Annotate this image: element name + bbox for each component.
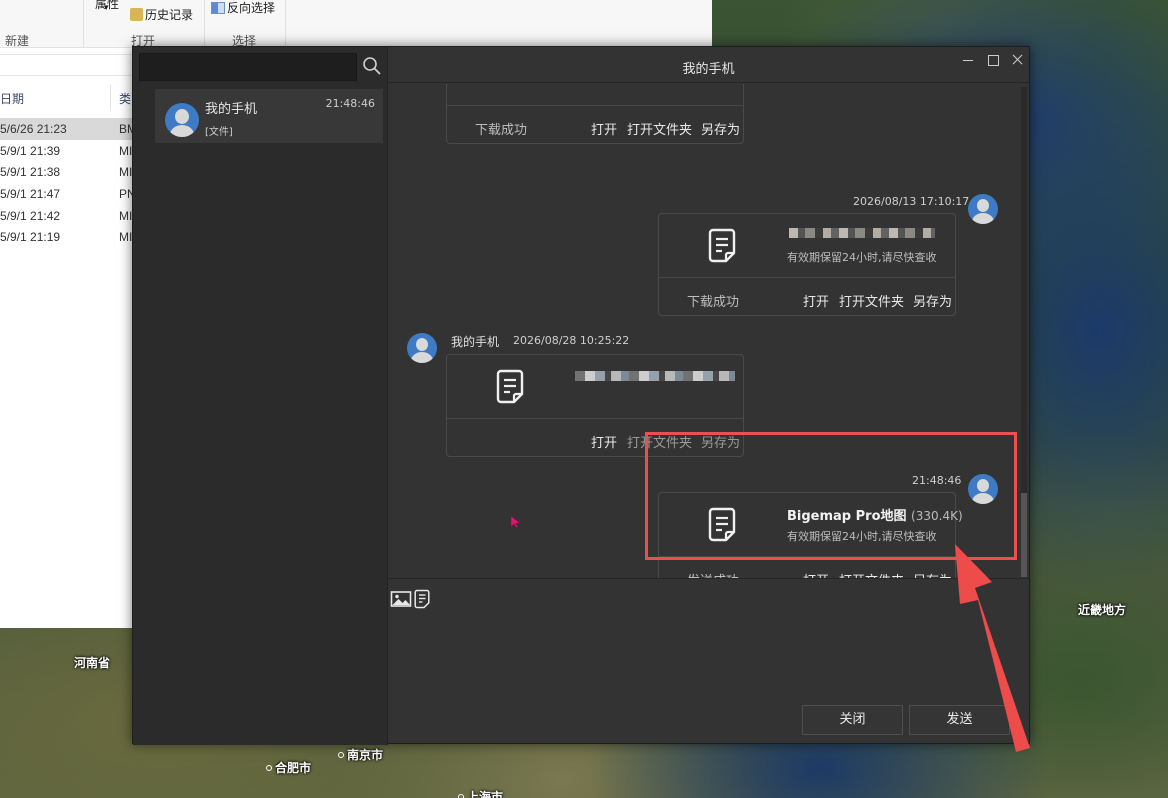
avatar: [968, 474, 998, 504]
save-as-button[interactable]: 另存为: [701, 432, 740, 451]
message-timestamp: 21:48:46: [912, 474, 962, 487]
save-as-button[interactable]: 另存为: [701, 119, 740, 138]
ribbon-history-button[interactable]: 历史记录: [130, 6, 193, 23]
message-input-area[interactable]: 关闭 发送: [388, 578, 1029, 743]
save-as-button[interactable]: 另存为: [913, 291, 952, 310]
open-file-button[interactable]: 打开: [591, 119, 617, 138]
ribbon-separator: [285, 0, 286, 48]
city-marker-icon: [338, 752, 344, 758]
open-file-button[interactable]: 打开: [803, 291, 829, 310]
file-type: MI: [119, 165, 133, 179]
explorer-ribbon: 属性 ▾ 历史记录 反向选择 新建 打开 选择: [0, 0, 712, 48]
file-icon[interactable]: [414, 589, 436, 609]
ribbon-group-new: 新建: [5, 34, 30, 48]
map-label-nanjing: 南京市: [338, 746, 383, 763]
history-icon: [130, 8, 143, 21]
message-list[interactable]: 下载成功 打开 打开文件夹 另存为 2026/08/13 17:10:17 有效…: [388, 84, 1029, 578]
file-type: MI: [119, 230, 133, 244]
chat-window: 我的手机 21:48:46 [文件] 我的手机 下载成功 打开 打开文件夹 另存…: [132, 46, 1030, 745]
column-date[interactable]: 日期: [0, 90, 24, 107]
conversation-time: 21:48:46: [325, 97, 375, 110]
conversation-sidebar: 我的手机 21:48:46 [文件]: [133, 47, 388, 745]
send-button[interactable]: 发送: [909, 705, 1010, 735]
map-label-shanghai-text: 上海市: [467, 790, 504, 798]
invert-selection-icon: [211, 2, 225, 14]
card-divider: [447, 418, 743, 419]
chat-main-panel: 我的手机 下载成功 打开 打开文件夹 另存为 2026/08/13 17:10:…: [388, 47, 1029, 743]
open-file-button[interactable]: 打开: [591, 432, 617, 451]
file-date: 5/9/1 21:38: [0, 165, 61, 179]
file-size: (330.4K): [911, 509, 963, 523]
card-divider: [659, 277, 955, 278]
map-label-henan: 河南省: [74, 656, 111, 670]
file-date: 5/9/1 21:47: [0, 187, 61, 201]
chat-titlebar: 我的手机: [388, 47, 1029, 83]
save-as-button[interactable]: 另存为: [913, 570, 952, 578]
conversation-preview: [文件]: [205, 127, 233, 138]
document-icon: [708, 228, 736, 263]
ribbon-history-label: 历史记录: [145, 8, 194, 22]
avatar: [407, 333, 437, 363]
map-label-kinki: 近畿地方: [1078, 603, 1127, 617]
card-divider: [659, 556, 955, 557]
ribbon-invert-select-label: 反向选择: [227, 1, 276, 15]
ribbon-separator: [204, 0, 205, 48]
city-marker-icon: [266, 765, 272, 771]
transfer-status: 发送成功: [687, 570, 739, 578]
close-icon[interactable]: [1006, 53, 1028, 73]
chevron-down-icon: ▾: [104, 2, 109, 12]
column-separator[interactable]: [110, 84, 111, 110]
image-icon[interactable]: [390, 589, 412, 609]
file-message-card: 打开 打开文件夹 另存为: [446, 354, 744, 457]
search-input[interactable]: [139, 53, 357, 81]
file-message-card-bigemap: Bigemap Pro地图 (330.4K) 有效期保留24小时,请尽快查收 发…: [658, 492, 963, 578]
open-file-button[interactable]: 打开: [803, 570, 829, 578]
message-sender: 我的手机: [451, 335, 500, 349]
redacted-file-name: [789, 228, 935, 238]
file-name-text: Bigemap Pro地图: [787, 509, 907, 524]
conversation-item-my-phone[interactable]: 我的手机 21:48:46 [文件]: [155, 89, 383, 143]
card-divider: [447, 105, 743, 106]
file-message-card: 下载成功 打开 打开文件夹 另存为: [446, 84, 744, 144]
avatar: [968, 194, 998, 224]
file-date: 5/9/1 21:39: [0, 144, 61, 158]
conversation-name: 我的手机: [205, 102, 258, 117]
message-timestamp: 2026/08/13 17:10:17: [853, 195, 970, 208]
redacted-file-name: [575, 371, 735, 381]
search-icon[interactable]: [361, 55, 383, 77]
file-name: Bigemap Pro地图 (330.4K): [787, 505, 963, 524]
expiry-note: 有效期保留24小时,请尽快查收: [787, 251, 937, 264]
document-icon: [496, 369, 524, 404]
open-folder-button[interactable]: 打开文件夹: [627, 432, 692, 451]
file-date: 5/9/1 21:19: [0, 230, 61, 244]
ribbon-separator: [83, 0, 84, 48]
file-date: 5/6/26 21:23: [0, 122, 67, 136]
expiry-note: 有效期保留24小时,请尽快查收: [787, 530, 937, 543]
ribbon-invert-select-button[interactable]: 反向选择: [211, 0, 275, 16]
column-type[interactable]: 类: [119, 90, 131, 107]
mouse-cursor-icon: [510, 515, 521, 529]
open-folder-button[interactable]: 打开文件夹: [627, 119, 692, 138]
avatar: [165, 103, 199, 137]
map-label-shanghai: 上海市: [458, 788, 503, 798]
transfer-status: 下载成功: [475, 123, 528, 138]
file-date: 5/9/1 21:42: [0, 209, 61, 223]
file-type: MI: [119, 209, 133, 223]
window-title: 我的手机: [682, 62, 735, 77]
open-folder-button[interactable]: 打开文件夹: [839, 570, 904, 578]
map-label-hefei-text: 合肥市: [275, 761, 312, 775]
maximize-icon[interactable]: [982, 53, 1004, 73]
file-message-card: 有效期保留24小时,请尽快查收 下载成功 打开 打开文件夹 另存为: [658, 213, 956, 316]
map-label-nanjing-text: 南京市: [347, 748, 384, 762]
transfer-status: 下载成功: [687, 295, 740, 310]
scrollbar-thumb[interactable]: [1021, 493, 1027, 577]
city-marker-icon: [458, 794, 464, 798]
map-label-hefei: 合肥市: [266, 759, 311, 776]
minimize-icon[interactable]: [957, 53, 979, 73]
document-icon: [708, 507, 736, 542]
close-button[interactable]: 关闭: [802, 705, 903, 735]
file-type: MI: [119, 144, 133, 158]
message-timestamp: 2026/08/28 10:25:22: [513, 334, 630, 347]
open-folder-button[interactable]: 打开文件夹: [839, 291, 904, 310]
